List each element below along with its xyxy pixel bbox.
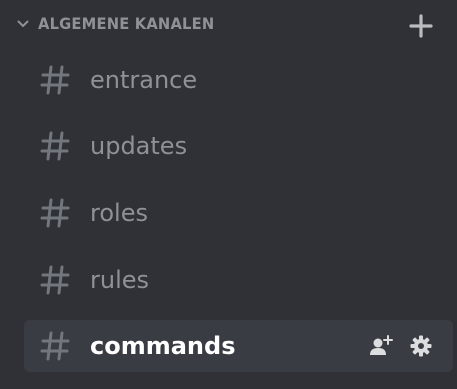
channel-item-updates[interactable]: updates (24, 120, 453, 172)
create-invite-button[interactable] (368, 333, 394, 359)
hash-icon (40, 131, 70, 161)
invite-user-icon (370, 335, 393, 355)
channel-item-roles[interactable]: roles (24, 187, 453, 239)
channel-item-rules[interactable]: rules (24, 254, 453, 306)
channel-settings-button[interactable] (408, 333, 434, 359)
plus-icon (409, 14, 433, 38)
channel-item-commands[interactable]: commands (24, 320, 453, 372)
channel-name: rules (90, 266, 150, 294)
gear-icon (410, 335, 432, 357)
hash-icon (40, 265, 70, 295)
chevron-down-icon[interactable] (16, 17, 30, 31)
channel-name: roles (90, 199, 148, 227)
hash-icon (40, 65, 70, 95)
channel-name: commands (90, 332, 236, 360)
category-label[interactable]: ALGEMENE KANALEN (38, 14, 214, 33)
add-channel-button[interactable] (405, 10, 437, 42)
channel-category-header[interactable]: ALGEMENE KANALEN (0, 0, 457, 52)
hash-icon (40, 198, 70, 228)
hash-icon (40, 331, 70, 361)
channel-item-entrance[interactable]: entrance (24, 54, 453, 106)
channel-name: entrance (90, 66, 198, 94)
channel-name: updates (90, 132, 188, 160)
